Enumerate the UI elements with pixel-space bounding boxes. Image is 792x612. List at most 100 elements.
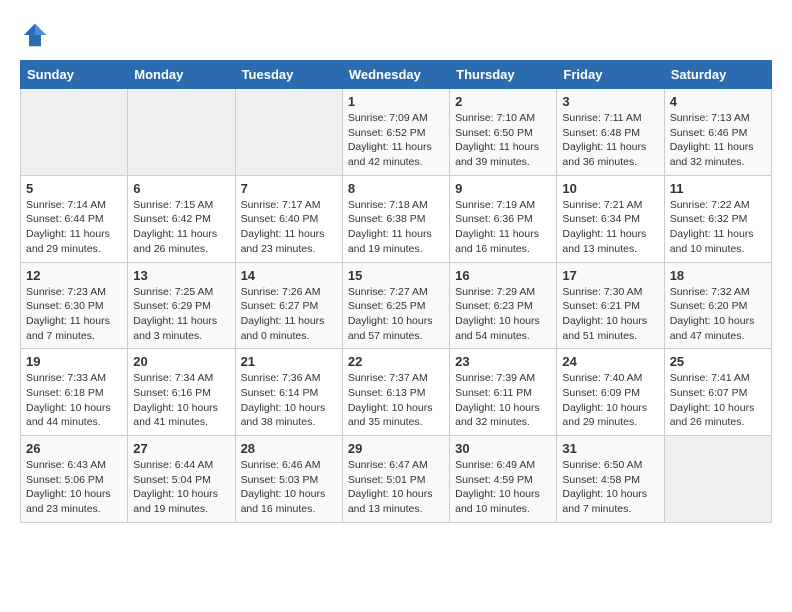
day-number: 23 bbox=[455, 354, 551, 369]
day-info: Sunrise: 7:34 AM Sunset: 6:16 PM Dayligh… bbox=[133, 371, 229, 430]
calendar-cell bbox=[664, 436, 771, 523]
calendar-cell: 16 Sunrise: 7:29 AM Sunset: 6:23 PM Dayli… bbox=[450, 262, 557, 349]
calendar-cell: 30 Sunrise: 6:49 AM Sunset: 4:59 PM Dayli… bbox=[450, 436, 557, 523]
day-number: 15 bbox=[348, 268, 444, 283]
day-info: Sunrise: 7:19 AM Sunset: 6:36 PM Dayligh… bbox=[455, 198, 551, 257]
calendar-cell: 8Sunrise: 7:18 AM Sunset: 6:38 PM Daylig… bbox=[342, 175, 449, 262]
day-info: Sunrise: 7:25 AM Sunset: 6:29 PM Dayligh… bbox=[133, 285, 229, 344]
day-info: Sunrise: 7:41 AM Sunset: 6:07 PM Dayligh… bbox=[670, 371, 766, 430]
calendar-cell bbox=[21, 89, 128, 176]
page-header bbox=[20, 20, 772, 50]
calendar-cell: 3 Sunrise: 7:11 AM Sunset: 6:48 PM Daylig… bbox=[557, 89, 664, 176]
calendar-cell: 5 Sunrise: 7:14 AM Sunset: 6:44 PM Daylig… bbox=[21, 175, 128, 262]
day-number: 13 bbox=[133, 268, 229, 283]
calendar-cell: 25 Sunrise: 7:41 AM Sunset: 6:07 PM Dayli… bbox=[664, 349, 771, 436]
day-info: Sunrise: 7:36 AM Sunset: 6:14 PM Dayligh… bbox=[241, 371, 337, 430]
day-number: 25 bbox=[670, 354, 766, 369]
logo bbox=[20, 20, 52, 50]
day-number: 24 bbox=[562, 354, 658, 369]
day-header-wednesday: Wednesday bbox=[342, 61, 449, 89]
day-number: 9 bbox=[455, 181, 551, 196]
day-number: 7 bbox=[241, 181, 337, 196]
calendar-cell: 13 Sunrise: 7:25 AM Sunset: 6:29 PM Dayli… bbox=[128, 262, 235, 349]
calendar-cell: 31 Sunrise: 6:50 AM Sunset: 4:58 PM Dayli… bbox=[557, 436, 664, 523]
calendar-cell: 11 Sunrise: 7:22 AM Sunset: 6:32 PM Dayli… bbox=[664, 175, 771, 262]
day-number: 11 bbox=[670, 181, 766, 196]
day-info: Sunrise: 7:15 AM Sunset: 6:42 PM Dayligh… bbox=[133, 198, 229, 257]
day-header-tuesday: Tuesday bbox=[235, 61, 342, 89]
day-info: Sunrise: 6:49 AM Sunset: 4:59 PM Dayligh… bbox=[455, 458, 551, 517]
day-info: Sunrise: 7:09 AM Sunset: 6:52 PM Dayligh… bbox=[348, 111, 444, 170]
day-info: Sunrise: 7:33 AM Sunset: 6:18 PM Dayligh… bbox=[26, 371, 122, 430]
day-info: Sunrise: 7:10 AM Sunset: 6:50 PM Dayligh… bbox=[455, 111, 551, 170]
day-info: Sunrise: 7:18 AM Sunset: 6:38 PM Dayligh… bbox=[348, 198, 444, 257]
day-number: 20 bbox=[133, 354, 229, 369]
day-header-saturday: Saturday bbox=[664, 61, 771, 89]
day-number: 1 bbox=[348, 94, 444, 109]
day-info: Sunrise: 6:50 AM Sunset: 4:58 PM Dayligh… bbox=[562, 458, 658, 517]
calendar-cell: 26 Sunrise: 6:43 AM Sunset: 5:06 PM Dayli… bbox=[21, 436, 128, 523]
calendar-cell: 18 Sunrise: 7:32 AM Sunset: 6:20 PM Dayli… bbox=[664, 262, 771, 349]
calendar-cell: 14Sunrise: 7:26 AM Sunset: 6:27 PM Dayli… bbox=[235, 262, 342, 349]
day-number: 5 bbox=[26, 181, 122, 196]
calendar-cell: 4 Sunrise: 7:13 AM Sunset: 6:46 PM Daylig… bbox=[664, 89, 771, 176]
day-info: Sunrise: 7:37 AM Sunset: 6:13 PM Dayligh… bbox=[348, 371, 444, 430]
calendar-cell: 15 Sunrise: 7:27 AM Sunset: 6:25 PM Dayli… bbox=[342, 262, 449, 349]
calendar-cell: 23 Sunrise: 7:39 AM Sunset: 6:11 PM Dayli… bbox=[450, 349, 557, 436]
day-number: 4 bbox=[670, 94, 766, 109]
day-number: 10 bbox=[562, 181, 658, 196]
day-number: 3 bbox=[562, 94, 658, 109]
day-info: Sunrise: 7:22 AM Sunset: 6:32 PM Dayligh… bbox=[670, 198, 766, 257]
calendar-cell: 1 Sunrise: 7:09 AM Sunset: 6:52 PM Daylig… bbox=[342, 89, 449, 176]
calendar-week-row: 26 Sunrise: 6:43 AM Sunset: 5:06 PM Dayli… bbox=[21, 436, 772, 523]
day-info: Sunrise: 7:30 AM Sunset: 6:21 PM Dayligh… bbox=[562, 285, 658, 344]
day-info: Sunrise: 7:26 AM Sunset: 6:27 PM Dayligh… bbox=[241, 285, 337, 344]
day-number: 18 bbox=[670, 268, 766, 283]
day-header-thursday: Thursday bbox=[450, 61, 557, 89]
calendar-cell: 28 Sunrise: 6:46 AM Sunset: 5:03 PM Dayli… bbox=[235, 436, 342, 523]
day-number: 12 bbox=[26, 268, 122, 283]
day-info: Sunrise: 7:11 AM Sunset: 6:48 PM Dayligh… bbox=[562, 111, 658, 170]
day-number: 6 bbox=[133, 181, 229, 196]
day-info: Sunrise: 6:44 AM Sunset: 5:04 PM Dayligh… bbox=[133, 458, 229, 517]
day-number: 29 bbox=[348, 441, 444, 456]
day-number: 21 bbox=[241, 354, 337, 369]
day-number: 17 bbox=[562, 268, 658, 283]
calendar-cell: 2 Sunrise: 7:10 AM Sunset: 6:50 PM Daylig… bbox=[450, 89, 557, 176]
day-number: 30 bbox=[455, 441, 551, 456]
day-number: 22 bbox=[348, 354, 444, 369]
day-number: 16 bbox=[455, 268, 551, 283]
calendar-cell: 29 Sunrise: 6:47 AM Sunset: 5:01 PM Dayli… bbox=[342, 436, 449, 523]
day-info: Sunrise: 7:27 AM Sunset: 6:25 PM Dayligh… bbox=[348, 285, 444, 344]
day-number: 31 bbox=[562, 441, 658, 456]
calendar-cell: 6 Sunrise: 7:15 AM Sunset: 6:42 PM Daylig… bbox=[128, 175, 235, 262]
day-info: Sunrise: 7:29 AM Sunset: 6:23 PM Dayligh… bbox=[455, 285, 551, 344]
calendar-cell: 21 Sunrise: 7:36 AM Sunset: 6:14 PM Dayli… bbox=[235, 349, 342, 436]
day-info: Sunrise: 7:23 AM Sunset: 6:30 PM Dayligh… bbox=[26, 285, 122, 344]
calendar-cell: 20 Sunrise: 7:34 AM Sunset: 6:16 PM Dayli… bbox=[128, 349, 235, 436]
calendar-week-row: 19Sunrise: 7:33 AM Sunset: 6:18 PM Dayli… bbox=[21, 349, 772, 436]
day-info: Sunrise: 7:13 AM Sunset: 6:46 PM Dayligh… bbox=[670, 111, 766, 170]
day-number: 27 bbox=[133, 441, 229, 456]
calendar-cell: 22 Sunrise: 7:37 AM Sunset: 6:13 PM Dayli… bbox=[342, 349, 449, 436]
day-header-friday: Friday bbox=[557, 61, 664, 89]
calendar-week-row: 1 Sunrise: 7:09 AM Sunset: 6:52 PM Daylig… bbox=[21, 89, 772, 176]
calendar-cell: 17 Sunrise: 7:30 AM Sunset: 6:21 PM Dayli… bbox=[557, 262, 664, 349]
day-number: 2 bbox=[455, 94, 551, 109]
day-info: Sunrise: 6:43 AM Sunset: 5:06 PM Dayligh… bbox=[26, 458, 122, 517]
calendar-cell: 7 Sunrise: 7:17 AM Sunset: 6:40 PM Daylig… bbox=[235, 175, 342, 262]
day-number: 28 bbox=[241, 441, 337, 456]
day-info: Sunrise: 6:46 AM Sunset: 5:03 PM Dayligh… bbox=[241, 458, 337, 517]
day-info: Sunrise: 7:32 AM Sunset: 6:20 PM Dayligh… bbox=[670, 285, 766, 344]
logo-icon bbox=[20, 20, 50, 50]
calendar-cell: 27 Sunrise: 6:44 AM Sunset: 5:04 PM Dayli… bbox=[128, 436, 235, 523]
day-info: Sunrise: 7:21 AM Sunset: 6:34 PM Dayligh… bbox=[562, 198, 658, 257]
calendar-cell bbox=[235, 89, 342, 176]
calendar-cell: 12 Sunrise: 7:23 AM Sunset: 6:30 PM Dayli… bbox=[21, 262, 128, 349]
day-info: Sunrise: 7:17 AM Sunset: 6:40 PM Dayligh… bbox=[241, 198, 337, 257]
day-info: Sunrise: 7:14 AM Sunset: 6:44 PM Dayligh… bbox=[26, 198, 122, 257]
calendar-cell: 10 Sunrise: 7:21 AM Sunset: 6:34 PM Dayli… bbox=[557, 175, 664, 262]
day-info: Sunrise: 7:39 AM Sunset: 6:11 PM Dayligh… bbox=[455, 371, 551, 430]
day-number: 26 bbox=[26, 441, 122, 456]
day-info: Sunrise: 6:47 AM Sunset: 5:01 PM Dayligh… bbox=[348, 458, 444, 517]
